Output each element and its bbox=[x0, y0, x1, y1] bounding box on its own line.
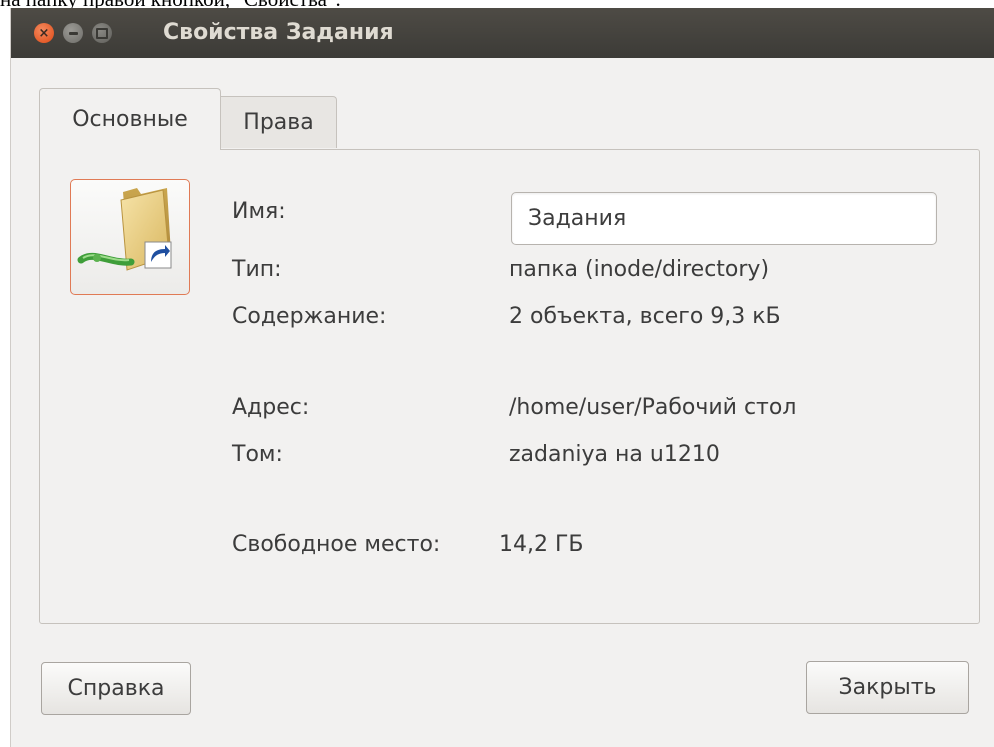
name-input[interactable] bbox=[511, 192, 937, 245]
close-window-button[interactable]: × bbox=[34, 23, 54, 43]
tab-basic[interactable]: Основные bbox=[39, 88, 221, 150]
free-space-value: 14,2 ГБ bbox=[499, 532, 584, 557]
minimize-window-button[interactable] bbox=[63, 23, 83, 43]
folder-icon-button[interactable] bbox=[70, 179, 190, 295]
maximize-icon bbox=[96, 27, 108, 39]
help-button[interactable]: Справка bbox=[41, 662, 191, 715]
type-label: Тип: bbox=[232, 257, 282, 282]
type-value: папка (inode/directory) bbox=[509, 257, 770, 282]
free-space-label: Свободное место: bbox=[232, 532, 441, 557]
title-bar: × Свойства Задания bbox=[11, 8, 994, 58]
contents-label: Содержание: bbox=[232, 304, 387, 329]
volume-value: zadaniya на u1210 bbox=[509, 442, 720, 467]
location-label: Адрес: bbox=[232, 395, 310, 420]
page: на папку правой кнопкой, "Свойства". × С… bbox=[0, 0, 994, 747]
folder-link-icon bbox=[77, 188, 172, 271]
close-icon: × bbox=[38, 25, 50, 41]
close-button[interactable]: Закрыть bbox=[806, 661, 969, 714]
maximize-window-button[interactable] bbox=[92, 23, 112, 43]
properties-dialog: × Свойства Задания Основные Права Имя: З… bbox=[10, 8, 994, 747]
location-value: /home/user/Рабочий стол bbox=[509, 395, 797, 420]
volume-label: Том: bbox=[232, 442, 283, 467]
minimize-icon bbox=[68, 31, 78, 35]
tab-permissions[interactable]: Права bbox=[221, 96, 337, 148]
name-label: Имя: bbox=[232, 199, 286, 224]
window-title: Свойства Задания bbox=[163, 20, 394, 45]
contents-value: 2 объекта, всего 9,3 кБ bbox=[509, 304, 781, 329]
